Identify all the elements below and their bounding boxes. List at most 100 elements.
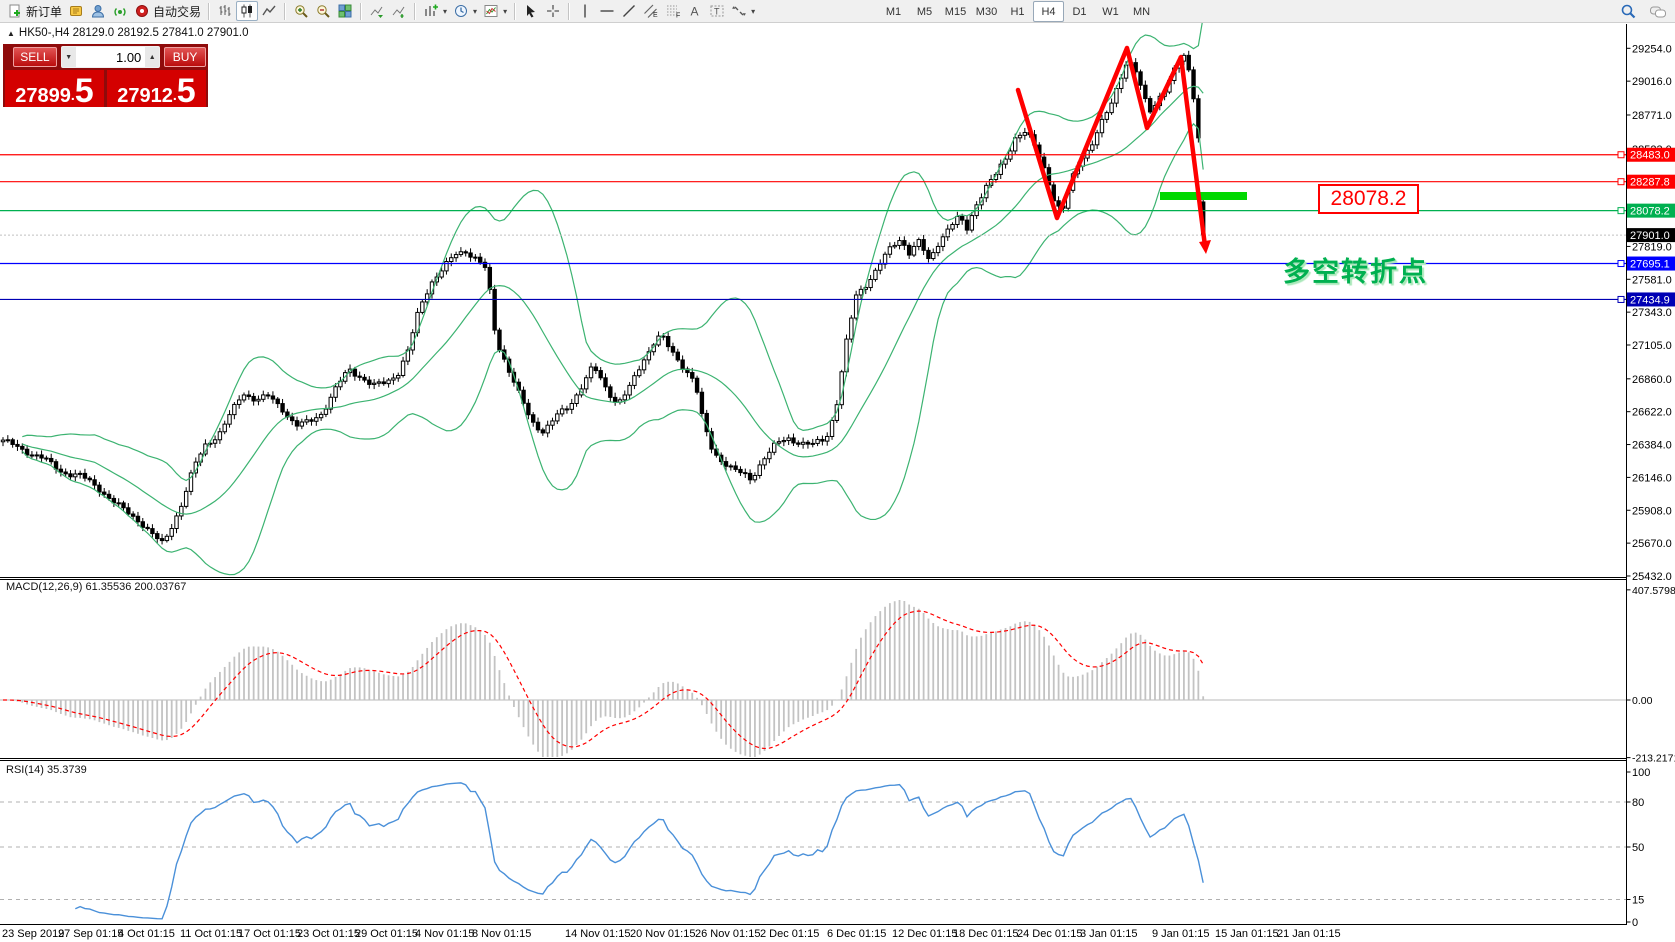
candle-body [300, 422, 303, 426]
timeframe-button-m30[interactable]: M30 [971, 1, 1002, 22]
candle-body [242, 395, 245, 400]
price-badge-label: 28287.8 [1630, 177, 1670, 189]
zoom-in-icon [293, 3, 309, 19]
indicators-button[interactable]: ▾ [420, 1, 450, 21]
autotrading-icon [134, 3, 150, 19]
timeframe-button-mn[interactable]: MN [1126, 1, 1157, 22]
price-tick-label: 29016.0 [1632, 76, 1672, 88]
line-handle [1618, 261, 1624, 267]
line-chart-button[interactable] [258, 1, 280, 21]
candle-body [1105, 113, 1108, 120]
rsi-tick-label: 80 [1632, 797, 1644, 809]
candle-body [801, 442, 804, 444]
date-label: 21 Jan 01:15 [1277, 928, 1341, 940]
cursor-button[interactable] [520, 1, 542, 21]
candle-body [1095, 133, 1098, 145]
profile-button[interactable] [87, 1, 109, 21]
price-tick-label: 27105.0 [1632, 340, 1672, 352]
date-label: 9 Jan 01:15 [1152, 928, 1210, 940]
bollinger-lower-band [22, 124, 1203, 575]
zoom-in-button[interactable] [290, 1, 312, 21]
candle-body [382, 382, 385, 384]
candle-body [1023, 133, 1026, 136]
macd-label: MACD(12,26,9) 61.35536 200.03767 [6, 581, 186, 593]
candle-body [917, 240, 920, 247]
timeframe-button-d1[interactable]: D1 [1064, 1, 1095, 22]
candle-body [941, 237, 944, 247]
bid-price-main: 27899 [15, 86, 71, 106]
volume-decrease-button[interactable]: ▼ [62, 47, 76, 67]
rsi-tick-label: 0 [1632, 917, 1638, 929]
timeframe-button-h4[interactable]: H4 [1033, 1, 1064, 22]
bid-price-box[interactable]: 27899.5 [5, 70, 104, 107]
ask-price-main: 27912 [117, 86, 173, 106]
text-label-icon: T [709, 3, 725, 19]
candlestick-chart-button[interactable] [236, 1, 258, 21]
candle-body [893, 245, 896, 246]
candle-body [638, 370, 641, 376]
candle-body [305, 420, 308, 422]
autotrading-button[interactable]: 自动交易 [131, 1, 204, 21]
candle-body [353, 369, 356, 376]
zoom-out-button[interactable] [312, 1, 334, 21]
chat-button[interactable] [1646, 2, 1670, 22]
dropdown-arrow-icon: ▾ [473, 7, 477, 16]
periods-button[interactable]: ▾ [450, 1, 480, 21]
volume-input[interactable]: 1.00 [76, 47, 146, 67]
trendline-button[interactable] [618, 1, 640, 21]
arrows-button[interactable]: ▾ [728, 1, 758, 21]
signals-icon [112, 3, 128, 19]
buy-button[interactable]: BUY [164, 47, 206, 67]
volume-increase-button[interactable]: ▲ [145, 47, 159, 67]
equidistant-channel-button[interactable]: E [640, 1, 662, 21]
sell-button[interactable]: SELL [13, 47, 57, 67]
text-label-button[interactable]: T [706, 1, 728, 21]
price-tick-label: 27819.0 [1632, 241, 1672, 253]
main-toolbar: 新订单 自动交易 [0, 0, 1675, 23]
address-book-button[interactable] [65, 1, 87, 21]
candle-body [565, 409, 568, 410]
date-label: 20 Nov 01:15 [630, 928, 695, 940]
candle-body [932, 253, 935, 259]
candle-body [744, 473, 747, 474]
turning-point-note[interactable]: 多空转折点 [1283, 250, 1428, 289]
toolbar-separator [414, 3, 416, 20]
timeframe-button-m1[interactable]: M1 [878, 1, 909, 22]
equidistant-channel-icon: E [643, 3, 659, 19]
vertical-line-button[interactable] [574, 1, 596, 21]
chart-shift-button[interactable] [388, 1, 410, 21]
new-order-button[interactable]: 新订单 [4, 1, 65, 21]
crosshair-button[interactable] [542, 1, 564, 21]
signals-button[interactable] [109, 1, 131, 21]
candle-body [25, 449, 28, 455]
volume-stepper: ▼ 1.00 ▲ [61, 46, 160, 68]
templates-icon [483, 3, 499, 19]
timeframe-button-w1[interactable]: W1 [1095, 1, 1126, 22]
templates-button[interactable]: ▾ [480, 1, 510, 21]
candle-body [454, 255, 457, 258]
svg-text:A: A [691, 5, 699, 19]
macd-signal-line [3, 611, 1203, 748]
price-callout-box[interactable]: 28078.2 [1318, 184, 1419, 214]
fibonacci-button[interactable]: F [662, 1, 684, 21]
chart-canvas[interactable]: 29254.029016.028771.028523.028057.027819… [0, 0, 1675, 942]
auto-scroll-button[interactable] [366, 1, 388, 21]
candle-body [826, 436, 829, 441]
toolbar-separator [360, 3, 362, 20]
candle-body [912, 246, 915, 255]
collapse-arrow-icon[interactable]: ▲ [7, 29, 15, 38]
candle-body [78, 473, 81, 474]
date-label: 14 Nov 01:15 [565, 928, 630, 940]
ask-price-box[interactable]: 27912.5 [107, 70, 206, 107]
timeframe-button-m5[interactable]: M5 [909, 1, 940, 22]
candle-body [88, 478, 91, 480]
horizontal-line-button[interactable] [596, 1, 618, 21]
timeframe-button-m15[interactable]: M15 [940, 1, 971, 22]
text-button[interactable]: A [684, 1, 706, 21]
bar-chart-button[interactable] [214, 1, 236, 21]
price-tick-label: 27581.0 [1632, 274, 1672, 286]
tile-windows-button[interactable] [334, 1, 356, 21]
search-button[interactable] [1617, 2, 1640, 22]
timeframe-button-h1[interactable]: H1 [1002, 1, 1033, 22]
candle-body [334, 387, 337, 397]
